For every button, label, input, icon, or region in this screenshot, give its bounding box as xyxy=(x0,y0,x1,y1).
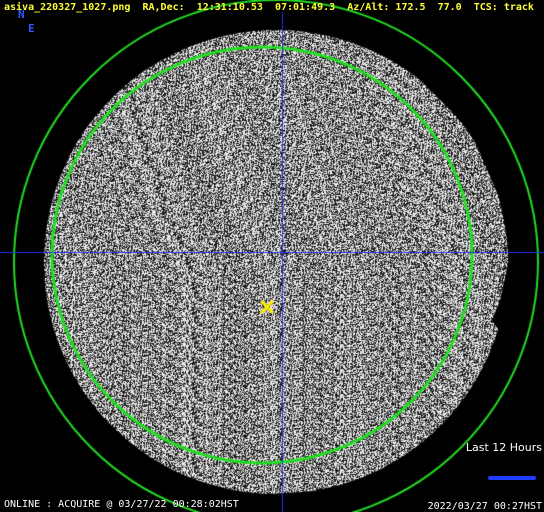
radec-label: RA,Dec: xyxy=(142,2,185,13)
alt-value: 77.0 xyxy=(437,2,462,13)
compass-east-label: E xyxy=(28,22,35,35)
dec-value: 07:01:49.3 xyxy=(274,2,336,13)
compass-north-label: N xyxy=(18,8,25,21)
legend-track-swatch xyxy=(488,476,536,480)
az-value: 172.5 xyxy=(395,2,426,13)
legend-label: Last 12 Hours xyxy=(465,441,542,454)
allsky-camera-view: asiva_220327_1027.png RA,Dec: 12:31:10.5… xyxy=(0,0,544,512)
ra-value: 12:31:10.53 xyxy=(196,2,263,13)
tcs-label: TCS: xyxy=(473,2,498,13)
header-bar: asiva_220327_1027.png RA,Dec: 12:31:10.5… xyxy=(4,2,534,13)
azalt-label: Az/Alt: xyxy=(347,2,390,13)
timestamp: 2022/03/27 00:27HST xyxy=(427,501,542,512)
sky-image xyxy=(0,0,544,512)
status-line: ONLINE : ACQUIRE @ 03/27/22 00:28:02HST xyxy=(4,499,239,510)
tcs-state: track xyxy=(503,2,534,13)
